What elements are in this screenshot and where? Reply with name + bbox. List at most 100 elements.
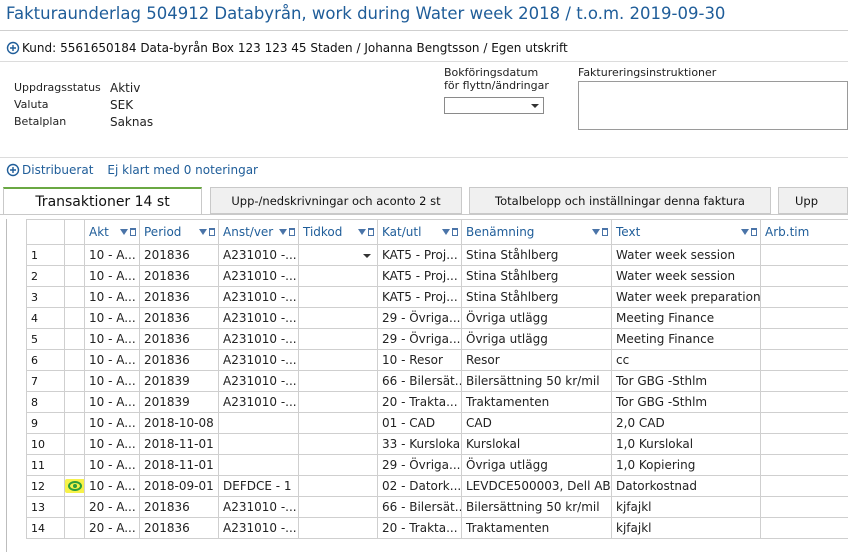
- row-number[interactable]: 1: [26, 244, 65, 266]
- cell-text[interactable]: Tor GBG -Sthlm: [611, 391, 761, 413]
- cell-text[interactable]: Water week session: [611, 244, 761, 266]
- table-row[interactable]: 5 10 - A... 201836 A231010 -... 29 - Övriga.…: [26, 328, 848, 350]
- cell-tidkod[interactable]: [298, 475, 378, 497]
- cell-period[interactable]: 201836: [139, 517, 219, 539]
- cell-arbtim[interactable]: [760, 370, 848, 392]
- cell-text[interactable]: Meeting Finance: [611, 307, 761, 329]
- cell-arbtim[interactable]: [760, 496, 848, 518]
- column-header-benamning[interactable]: Benämning: [461, 219, 612, 245]
- table-row[interactable]: 9 10 - A... 2018-10-08 01 - CAD CAD 2,0 CAD: [26, 412, 848, 434]
- cell-benamning[interactable]: Övriga utlägg: [461, 454, 612, 476]
- cell-tidkod[interactable]: [298, 517, 378, 539]
- cell-benamning[interactable]: Traktamenten: [461, 391, 612, 413]
- expand-plus-icon[interactable]: [6, 163, 20, 177]
- cell-period[interactable]: 2018-09-01: [139, 475, 219, 497]
- column-header-period[interactable]: Period: [139, 219, 219, 245]
- cell-tidkod[interactable]: [298, 454, 378, 476]
- cell-period[interactable]: 201836: [139, 349, 219, 371]
- cell-kat[interactable]: 01 - CAD: [377, 412, 462, 434]
- cell-text[interactable]: Datorkostnad: [611, 475, 761, 497]
- row-number[interactable]: 3: [26, 286, 65, 308]
- cell-kat[interactable]: 66 - Bilersät...: [377, 370, 462, 392]
- cell-kat[interactable]: 66 - Bilersät...: [377, 496, 462, 518]
- cell-text[interactable]: 2,0 CAD: [611, 412, 761, 434]
- invoicing-instructions-textarea[interactable]: [578, 81, 848, 130]
- cell-akt[interactable]: 10 - A...: [84, 475, 140, 497]
- cell-akt[interactable]: 20 - A...: [84, 517, 140, 539]
- cell-kat[interactable]: 20 - Trakta...: [377, 391, 462, 413]
- cell-kat[interactable]: 02 - Datork...: [377, 475, 462, 497]
- cell-anst[interactable]: A231010 -...: [218, 517, 299, 539]
- table-row[interactable]: 10 10 - A... 2018-11-01 33 - Kurslokal Kursl…: [26, 433, 848, 455]
- booking-date-select[interactable]: [444, 97, 544, 114]
- filter-icon[interactable]: [358, 229, 366, 235]
- cell-arbtim[interactable]: [760, 454, 848, 476]
- cell-akt[interactable]: 10 - A...: [84, 349, 140, 371]
- cell-kat[interactable]: 29 - Övriga...: [377, 307, 462, 329]
- cell-tidkod[interactable]: [298, 265, 378, 287]
- table-row[interactable]: 14 20 - A... 201836 A231010 -... 20 - Trakta…: [26, 517, 848, 539]
- row-number[interactable]: 11: [26, 454, 65, 476]
- cell-benamning[interactable]: Övriga utlägg: [461, 307, 612, 329]
- cell-akt[interactable]: 10 - A...: [84, 370, 140, 392]
- cell-arbtim[interactable]: [760, 328, 848, 350]
- row-number[interactable]: 2: [26, 265, 65, 287]
- table-row[interactable]: 13 20 - A... 201836 A231010 -... 66 - Bilers…: [26, 496, 848, 518]
- cell-arbtim[interactable]: [760, 412, 848, 434]
- cell-period[interactable]: 201836: [139, 244, 219, 266]
- filter-pin-icons[interactable]: [279, 227, 295, 238]
- cell-period[interactable]: 201836: [139, 307, 219, 329]
- column-header-kat[interactable]: Kat/utl: [377, 219, 462, 245]
- table-row[interactable]: 6 10 - A... 201836 A231010 -... 10 - Resor Re…: [26, 349, 848, 371]
- cell-period[interactable]: 201836: [139, 286, 219, 308]
- filter-icon[interactable]: [279, 229, 287, 235]
- cell-period[interactable]: 201836: [139, 496, 219, 518]
- column-header-tidkod[interactable]: Tidkod: [298, 219, 378, 245]
- cell-anst[interactable]: [218, 412, 299, 434]
- cell-text[interactable]: Tor GBG -Sthlm: [611, 370, 761, 392]
- cell-text[interactable]: Meeting Finance: [611, 328, 761, 350]
- pin-icon[interactable]: [751, 228, 757, 236]
- pin-icon[interactable]: [368, 228, 374, 236]
- filter-pin-icons[interactable]: [741, 227, 757, 238]
- table-row[interactable]: 8 10 - A... 201839 A231010 -... 20 - Trakta.…: [26, 391, 848, 413]
- column-header-text[interactable]: Text: [611, 219, 761, 245]
- cell-text[interactable]: cc: [611, 349, 761, 371]
- cell-akt[interactable]: 10 - A...: [84, 244, 140, 266]
- expand-plus-icon[interactable]: [6, 41, 20, 55]
- cell-tidkod[interactable]: [298, 496, 378, 518]
- cell-akt[interactable]: 10 - A...: [84, 328, 140, 350]
- cell-benamning[interactable]: Övriga utlägg: [461, 328, 612, 350]
- cell-akt[interactable]: 10 - A...: [84, 412, 140, 434]
- filter-pin-icons[interactable]: [592, 227, 608, 238]
- cell-benamning[interactable]: Bilersättning 50 kr/mil: [461, 370, 612, 392]
- cell-kat[interactable]: KAT5 - Proj...: [377, 265, 462, 287]
- cell-arbtim[interactable]: [760, 307, 848, 329]
- cell-anst[interactable]: A231010 -...: [218, 328, 299, 350]
- column-header-arbtim[interactable]: Arb.tim: [760, 219, 848, 245]
- tidkod-dropdown-inner[interactable]: [303, 246, 373, 265]
- row-number[interactable]: 14: [26, 517, 65, 539]
- filter-icon[interactable]: [442, 229, 450, 235]
- row-number[interactable]: 5: [26, 328, 65, 350]
- filter-pin-icons[interactable]: [199, 227, 215, 238]
- cell-anst[interactable]: [218, 454, 299, 476]
- row-number[interactable]: 7: [26, 370, 65, 392]
- cell-akt[interactable]: 10 - A...: [84, 433, 140, 455]
- cell-arbtim[interactable]: [760, 391, 848, 413]
- cell-anst[interactable]: DEFDCE - 1: [218, 475, 299, 497]
- cell-benamning[interactable]: LEVDCE500003, Dell AB: [461, 475, 612, 497]
- cell-akt[interactable]: 10 - A...: [84, 286, 140, 308]
- cell-tidkod[interactable]: [298, 391, 378, 413]
- pin-icon[interactable]: [130, 228, 136, 236]
- cell-benamning[interactable]: Resor: [461, 349, 612, 371]
- cell-tidkod[interactable]: [298, 328, 378, 350]
- tab-more[interactable]: Upp: [778, 187, 848, 214]
- cell-akt[interactable]: 10 - A...: [84, 391, 140, 413]
- tab-adjustments[interactable]: Upp-/nedskrivningar och aconto 2 st: [210, 187, 462, 214]
- notes-link[interactable]: Ej klart med 0 noteringar: [107, 163, 258, 177]
- cell-arbtim[interactable]: [760, 433, 848, 455]
- cell-text[interactable]: 1,0 Kopiering: [611, 454, 761, 476]
- row-number[interactable]: 13: [26, 496, 65, 518]
- cell-tidkod[interactable]: [298, 412, 378, 434]
